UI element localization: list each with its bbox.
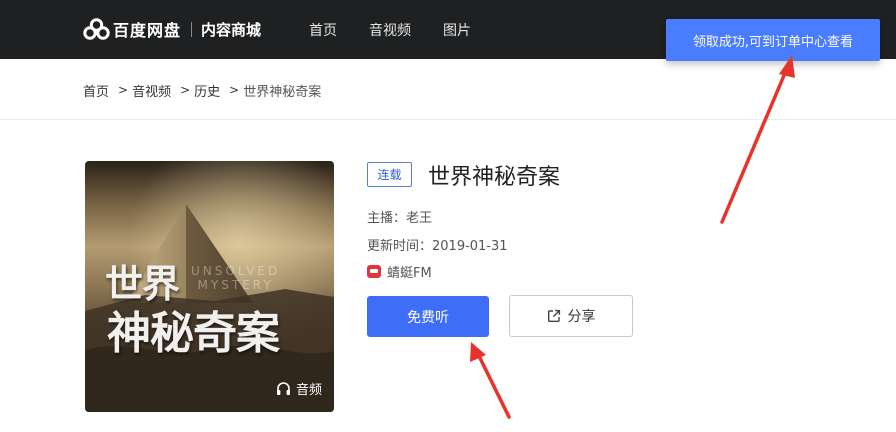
breadcrumb-separator: > xyxy=(229,83,240,97)
free-listen-button[interactable]: 免费听 xyxy=(367,296,489,337)
audio-badge: 音频 xyxy=(276,379,322,398)
nav-item-images[interactable]: 图片 xyxy=(443,20,471,40)
album-title: 世界神秘奇案 xyxy=(428,165,561,190)
annotation-arrowhead-listen xyxy=(470,342,486,362)
brand-logo[interactable]: 百度网盘 内容商城 xyxy=(83,16,261,42)
cover-english-line2: MYSTERY xyxy=(197,278,274,292)
page: 百度网盘 内容商城 首页 音视频 图片 领取成功,可到订单中心查看 首页 > 音… xyxy=(0,0,896,432)
success-toast: 领取成功,可到订单中心查看 xyxy=(666,19,880,61)
source-platform[interactable]: 蜻蜓FM xyxy=(367,262,432,281)
audio-badge-label: 音频 xyxy=(295,383,322,398)
brand-divider xyxy=(191,21,193,37)
album-host: 主播：老王 xyxy=(367,211,433,226)
annotation-arrow-toast xyxy=(720,64,790,224)
breadcrumb-item-audio-video[interactable]: 音视频 xyxy=(132,81,171,100)
brand-subtitle: 内容商城 xyxy=(201,20,262,39)
nav-item-audio-video[interactable]: 音视频 xyxy=(369,20,411,40)
breadcrumb-item-home[interactable]: 首页 xyxy=(83,81,109,100)
cover-title-line2: 神秘奇案 xyxy=(107,308,280,359)
serial-status-tag: 连载 xyxy=(367,162,412,187)
share-external-icon xyxy=(547,309,560,322)
nav-item-home[interactable]: 首页 xyxy=(309,20,337,40)
annotation-arrow-listen xyxy=(476,352,511,419)
cover-english-title: UNSOLVED MYSTERY xyxy=(191,264,280,292)
section-divider xyxy=(0,119,896,120)
baidu-cloud-logo-icon xyxy=(83,18,110,40)
brand-name: 百度网盘 xyxy=(113,21,182,40)
album-cover[interactable]: 世界 神秘奇案 UNSOLVED MYSTERY 音频 xyxy=(85,161,334,412)
breadcrumb-item-history[interactable]: 历史 xyxy=(194,81,220,100)
source-platform-label: 蜻蜓FM xyxy=(387,266,432,281)
album-updated-time: 更新时间：2019-01-31 xyxy=(367,239,508,254)
breadcrumb: 首页 > 音视频 > 历史 > 世界神秘奇案 xyxy=(83,80,321,100)
headphones-icon xyxy=(276,382,290,395)
breadcrumb-current: 世界神秘奇案 xyxy=(243,84,322,100)
share-button[interactable]: 分享 xyxy=(509,295,633,337)
breadcrumb-separator: > xyxy=(180,83,191,97)
qingting-fm-icon xyxy=(367,265,381,278)
share-button-label: 分享 xyxy=(567,309,596,325)
cover-english-line1: UNSOLVED xyxy=(191,264,281,278)
breadcrumb-separator: > xyxy=(118,83,129,97)
